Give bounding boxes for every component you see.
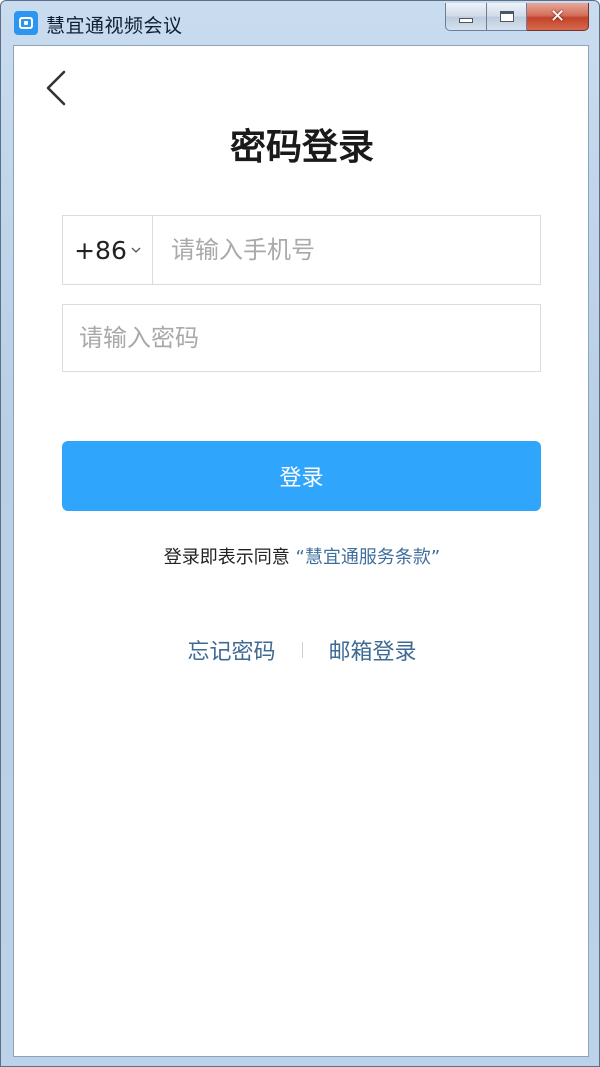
close-icon: ✕ — [549, 5, 566, 27]
minimize-button[interactable] — [445, 3, 487, 31]
agreement-text: 登录即表示同意 “慧宜通服务条款” — [14, 543, 590, 569]
page-title: 密码登录 — [229, 127, 374, 168]
app-logo-icon — [14, 11, 38, 35]
forgot-password-link[interactable]: 忘记密码 — [187, 634, 275, 666]
link-divider — [301, 642, 303, 658]
bottom-links: 忘记密码 邮箱登录 — [14, 634, 590, 666]
password-field-group — [62, 304, 541, 372]
chevron-left-icon — [46, 70, 66, 106]
phone-input[interactable] — [153, 216, 540, 284]
maximize-button[interactable] — [487, 3, 527, 31]
email-login-link[interactable]: 邮箱登录 — [329, 634, 417, 666]
title-bar[interactable]: 慧宜通视频会议 ✕ — [1, 1, 599, 45]
chevron-down-icon — [131, 247, 141, 253]
password-input[interactable] — [63, 305, 540, 371]
country-code-select[interactable]: +86 — [63, 216, 153, 284]
app-window: 慧宜通视频会议 ✕ 密码登录 +86 请输入手机号 登录 登录即表示同意 “慧宜… — [0, 0, 600, 1067]
window-title: 慧宜通视频会议 — [46, 15, 183, 37]
login-button[interactable]: 登录 — [62, 441, 541, 511]
country-code-value: +86 — [74, 235, 127, 265]
close-button[interactable]: ✕ — [527, 3, 589, 31]
minimize-icon — [459, 18, 473, 23]
maximize-icon — [499, 11, 514, 22]
phone-field-group: +86 — [62, 215, 541, 285]
back-button[interactable] — [42, 68, 72, 108]
terms-link[interactable]: “慧宜通服务条款” — [296, 547, 441, 568]
login-panel: 密码登录 +86 登录 登录即表示同意 “慧宜通服务条款” 忘记密码 邮箱登录 — [13, 45, 589, 1057]
window-controls: ✕ — [445, 3, 589, 33]
agreement-prefix: 登录即表示同意 — [163, 547, 290, 568]
